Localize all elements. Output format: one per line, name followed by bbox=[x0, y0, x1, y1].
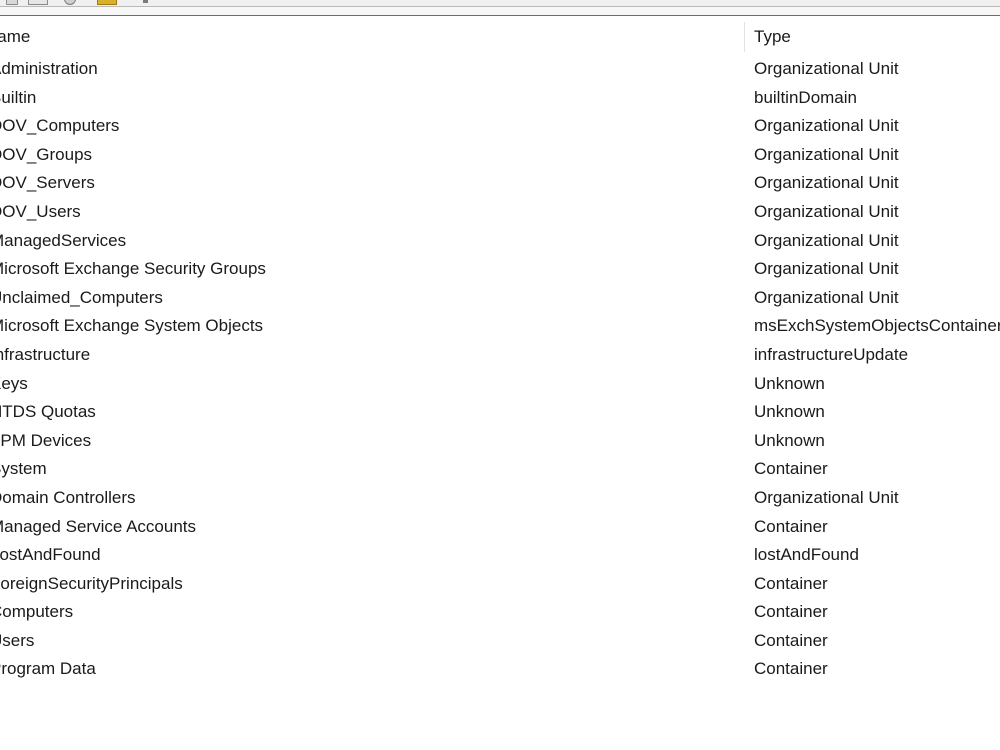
folder-icon[interactable] bbox=[97, 0, 117, 5]
list-item[interactable]: Infrastructure infrastructureUpdate bbox=[0, 342, 1000, 371]
item-type: Container bbox=[754, 630, 828, 650]
item-type: Organizational Unit bbox=[754, 259, 899, 279]
list-item[interactable]: NTDS Quotas Unknown bbox=[0, 399, 1000, 428]
item-type: builtinDomain bbox=[754, 87, 857, 107]
list-rows: AdministrationOrganizational UnitBuiltin… bbox=[0, 56, 1000, 685]
item-type: Organizational Unit bbox=[754, 487, 899, 507]
list-item[interactable]: Computers Container bbox=[0, 599, 1000, 628]
item-name: Microsoft Exchange System Objects bbox=[0, 316, 264, 336]
list-item[interactable]: TPM Devices Unknown bbox=[0, 428, 1000, 457]
item-type: Container bbox=[754, 602, 828, 622]
item-name: System bbox=[0, 459, 47, 479]
item-type: Organizational Unit bbox=[754, 144, 899, 164]
item-type: Organizational Unit bbox=[754, 116, 899, 136]
item-name: Unclaimed_Computers bbox=[0, 287, 163, 307]
item-type: Organizational Unit bbox=[754, 201, 899, 221]
item-type: msExchSystemObjectsContainer bbox=[754, 316, 1000, 336]
item-type: lostAndFound bbox=[754, 545, 859, 565]
help-icon[interactable] bbox=[143, 0, 148, 3]
list-item[interactable]: System Container bbox=[0, 456, 1000, 485]
item-name: Computers bbox=[0, 602, 74, 622]
list-item[interactable]: ManagedServices Organizational Unit bbox=[0, 228, 1000, 257]
item-type: Container bbox=[754, 659, 828, 679]
list-item[interactable]: DOV_Users Organizational Unit bbox=[0, 199, 1000, 228]
column-resize-handle[interactable] bbox=[744, 22, 745, 52]
list-item[interactable]: Microsoft Exchange System Objects msExchS… bbox=[0, 313, 1000, 342]
item-name: TPM Devices bbox=[0, 430, 92, 450]
item-name: ManagedServices bbox=[0, 230, 127, 250]
list-item[interactable]: LostAndFound lostAndFound bbox=[0, 542, 1000, 571]
item-type: Container bbox=[754, 573, 828, 593]
list-item[interactable]: DOV_Servers Organizational Unit bbox=[0, 170, 1000, 199]
item-type: Organizational Unit bbox=[754, 230, 899, 250]
item-name: LostAndFound bbox=[0, 545, 101, 565]
console-tree-icon[interactable] bbox=[28, 0, 48, 5]
item-type: Unknown bbox=[754, 402, 825, 422]
list-item[interactable]: Managed Service Accounts Container bbox=[0, 514, 1000, 543]
list-item[interactable]: Microsoft Exchange Security Groups Organi… bbox=[0, 256, 1000, 285]
item-name: DOV_Users bbox=[0, 201, 81, 221]
item-name: Managed Service Accounts bbox=[0, 516, 197, 536]
item-type: Organizational Unit bbox=[754, 59, 899, 78]
item-name: DOV_Computers bbox=[0, 116, 120, 136]
item-name: Program Data bbox=[0, 659, 96, 679]
list-item[interactable]: Keys Unknown bbox=[0, 371, 1000, 400]
item-type: Unknown bbox=[754, 373, 825, 393]
column-header-type[interactable]: Type bbox=[754, 26, 1000, 48]
item-name: NTDS Quotas bbox=[0, 402, 96, 422]
item-name: Keys bbox=[0, 373, 28, 393]
list-item[interactable]: Users Container bbox=[0, 628, 1000, 657]
pane-spacer bbox=[0, 7, 1000, 15]
column-header-name[interactable]: Name bbox=[0, 26, 725, 48]
back-icon[interactable] bbox=[6, 0, 18, 5]
item-name: Users bbox=[0, 630, 35, 650]
item-type: Container bbox=[754, 516, 828, 536]
item-type: Organizational Unit bbox=[754, 173, 899, 193]
refresh-icon[interactable] bbox=[64, 0, 76, 5]
list-item[interactable]: Builtin builtinDomain bbox=[0, 85, 1000, 114]
list-item[interactable]: Unclaimed_Computers Organizational Unit bbox=[0, 285, 1000, 314]
list-item[interactable]: Domain Controllers Organizational Unit bbox=[0, 485, 1000, 514]
list-header: Name Type bbox=[0, 16, 1000, 54]
item-name: ForeignSecurityPrincipals bbox=[0, 573, 183, 593]
mmc-window: Name Type Administration Organizational U… bbox=[0, 0, 1000, 750]
item-type: Organizational Unit bbox=[754, 287, 899, 307]
item-name: Infrastructure bbox=[0, 344, 91, 364]
details-list-view[interactable]: Name Type Administration Organizational U… bbox=[0, 16, 1000, 750]
item-name: Domain Controllers bbox=[0, 487, 136, 507]
item-name: Administration bbox=[0, 59, 98, 78]
item-type: Container bbox=[754, 459, 828, 479]
item-name: DOV_Groups bbox=[0, 144, 93, 164]
item-name: Builtin bbox=[0, 87, 37, 107]
item-name: DOV_Servers bbox=[0, 173, 95, 193]
list-item[interactable]: ForeignSecurityPrincipals Container bbox=[0, 571, 1000, 600]
list-item[interactable]: DOV_Computers Organizational Unit bbox=[0, 113, 1000, 142]
item-type: Unknown bbox=[754, 430, 825, 450]
list-item[interactable]: Administration Organizational Unit bbox=[0, 56, 1000, 85]
item-name: Microsoft Exchange Security Groups bbox=[0, 259, 266, 279]
list-item[interactable]: DOV_Groups Organizational Unit bbox=[0, 142, 1000, 171]
item-type: infrastructureUpdate bbox=[754, 344, 909, 364]
list-item[interactable]: Program Data Container bbox=[0, 656, 1000, 685]
